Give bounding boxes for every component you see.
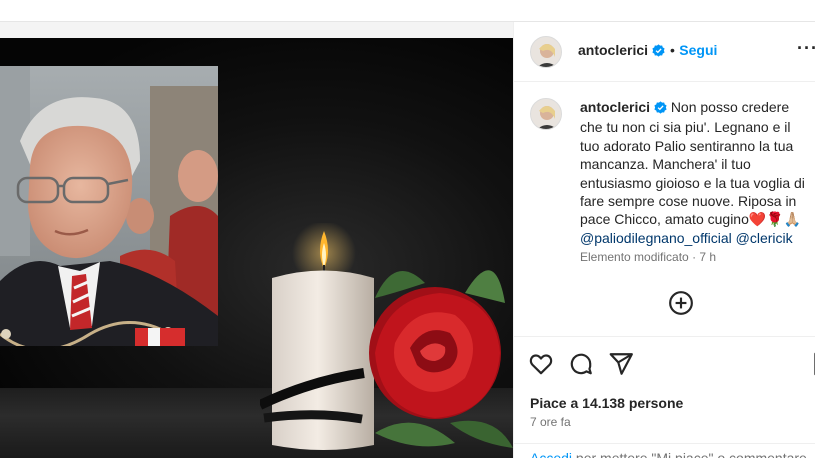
separator-dot: • xyxy=(669,42,675,58)
heart-icon[interactable] xyxy=(528,351,554,377)
post-header: antoclerici • Segui ··· xyxy=(514,22,815,82)
login-prompt: Accedi per mettere "Mi piace" o commenta… xyxy=(514,443,815,458)
mention-clericik[interactable]: @clericik xyxy=(736,230,793,246)
follow-button[interactable]: Segui xyxy=(679,42,717,58)
verified-badge-icon xyxy=(654,100,667,118)
paper-plane-icon[interactable] xyxy=(608,351,634,377)
likes-count[interactable]: Piace a 14.138 persone xyxy=(530,395,683,411)
caption-author-avatar[interactable] xyxy=(530,98,562,130)
mention-paliodilegnano[interactable]: @paliodilegnano_official xyxy=(580,230,732,246)
author-avatar[interactable] xyxy=(530,36,562,68)
caption-text: antoclerici Non posso credere che tu non… xyxy=(580,98,812,247)
rose xyxy=(369,270,513,448)
edited-time[interactable]: 7 h xyxy=(699,250,716,264)
verified-badge-icon xyxy=(652,44,666,62)
post-actions: Piace a 14.138 persone 7 ore fa Accedi p… xyxy=(514,336,815,458)
caption-username[interactable]: antoclerici xyxy=(580,99,650,115)
edited-meta: Elemento modificato · 7 h xyxy=(580,250,716,264)
edited-label: Elemento modificato xyxy=(580,250,689,264)
portrait-photo xyxy=(0,66,218,346)
edited-separator: · xyxy=(692,250,697,264)
more-options-icon[interactable]: ··· xyxy=(797,38,815,59)
browser-top-bar xyxy=(0,0,815,22)
caption-body: Non posso credere che tu non ci sia piu'… xyxy=(580,99,805,228)
login-prompt-text: per mettere "Mi piace" o commentare. xyxy=(575,450,811,458)
post-side-panel: antoclerici • Segui ··· antoclerici Non … xyxy=(513,22,815,458)
login-link[interactable]: Accedi xyxy=(530,450,572,458)
post-image[interactable] xyxy=(0,38,513,458)
post-timestamp[interactable]: 7 ore fa xyxy=(530,415,571,429)
comment-bubble-icon[interactable] xyxy=(568,351,594,377)
author-username[interactable]: antoclerici xyxy=(578,42,648,58)
bookmark-icon[interactable] xyxy=(810,351,815,377)
caption-emojis: ❤️🌹🙏🏼 xyxy=(748,211,802,228)
plus-circle-icon[interactable] xyxy=(668,290,694,316)
